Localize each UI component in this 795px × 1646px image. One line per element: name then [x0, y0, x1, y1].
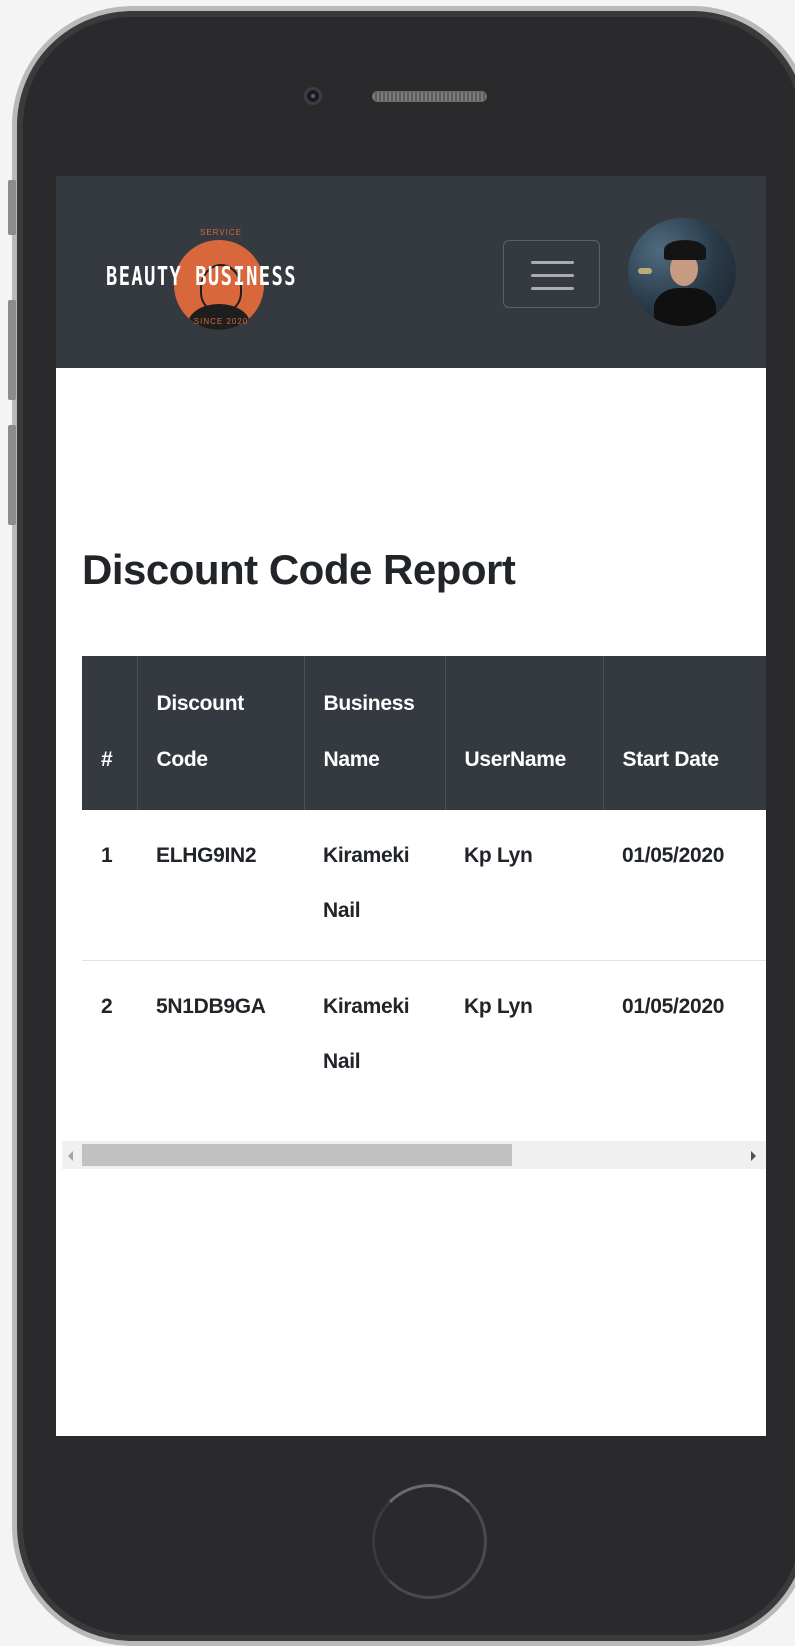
scroll-left-arrow-icon[interactable] [68, 1151, 73, 1161]
column-header-start-date: Start Date [603, 656, 766, 810]
cell-discount-code: 5N1DB9GA [156, 994, 266, 1018]
hamburger-menu-icon [531, 261, 574, 264]
logo-wordmark: BEAUTY BUSINESS [106, 262, 300, 292]
column-header-business-name: Business Name [304, 656, 446, 810]
scroll-right-arrow-icon[interactable] [751, 1151, 756, 1161]
report-table-container[interactable]: # Discount Code Business Name UserName S… [82, 656, 766, 1110]
brand-logo[interactable]: SERVICE BEAUTY BUSINESS SINCE 2020 [106, 228, 376, 330]
logo-word-right: BUSINESS [195, 262, 297, 292]
avatar-background-light [638, 268, 652, 274]
screen: SERVICE BEAUTY BUSINESS SINCE 2020 Discou… [56, 176, 766, 1436]
hamburger-bar [531, 274, 574, 277]
hamburger-bar [531, 287, 574, 290]
cell-start-date: 01/05/2020 [603, 810, 766, 961]
cell-business-name: Kirameki Nail [304, 810, 445, 961]
logo-word-left: BEAUTY [106, 262, 183, 292]
cell-number: 2 [101, 994, 113, 1018]
column-header-username: UserName [445, 656, 604, 810]
table-row: 2 5N1DB9GA Kirameki Nail Kp Lyn 01/05/20… [82, 960, 766, 1110]
hamburger-menu-button[interactable] [503, 240, 600, 308]
column-header-number: # [82, 656, 138, 810]
cell-discount-code: ELHG9IN2 [137, 810, 304, 961]
avatar-body [654, 288, 716, 326]
navbar: SERVICE BEAUTY BUSINESS SINCE 2020 [56, 176, 766, 368]
discount-code-table: # Discount Code Business Name UserName S… [82, 656, 766, 1110]
user-avatar[interactable] [628, 218, 736, 326]
column-header-discount-code: Discount Code [137, 656, 305, 810]
mute-switch [8, 180, 16, 235]
volume-up-button [8, 300, 16, 400]
avatar-cap [664, 240, 706, 260]
logo-since: SINCE 2020 [193, 317, 249, 326]
front-camera-icon [304, 87, 322, 105]
cell-start-date: 01/05/2020 [622, 994, 725, 1018]
logo-tagline: SERVICE [200, 228, 242, 237]
cell-business-name: Kirameki Nail [323, 994, 410, 1073]
page-title: Discount Code Report [82, 546, 516, 593]
cell-username: Kp Lyn [464, 994, 533, 1018]
earpiece-speaker [372, 91, 487, 102]
scrollbar-thumb[interactable] [82, 1144, 512, 1166]
volume-down-button [8, 425, 16, 525]
horizontal-scrollbar[interactable] [62, 1141, 766, 1169]
home-button[interactable] [372, 1484, 487, 1599]
cell-username: Kp Lyn [445, 810, 603, 961]
table-header-row: # Discount Code Business Name UserName S… [82, 656, 766, 810]
table-row: 1 ELHG9IN2 Kirameki Nail Kp Lyn 01/05/20… [82, 810, 766, 961]
cell-number: 1 [82, 810, 137, 961]
